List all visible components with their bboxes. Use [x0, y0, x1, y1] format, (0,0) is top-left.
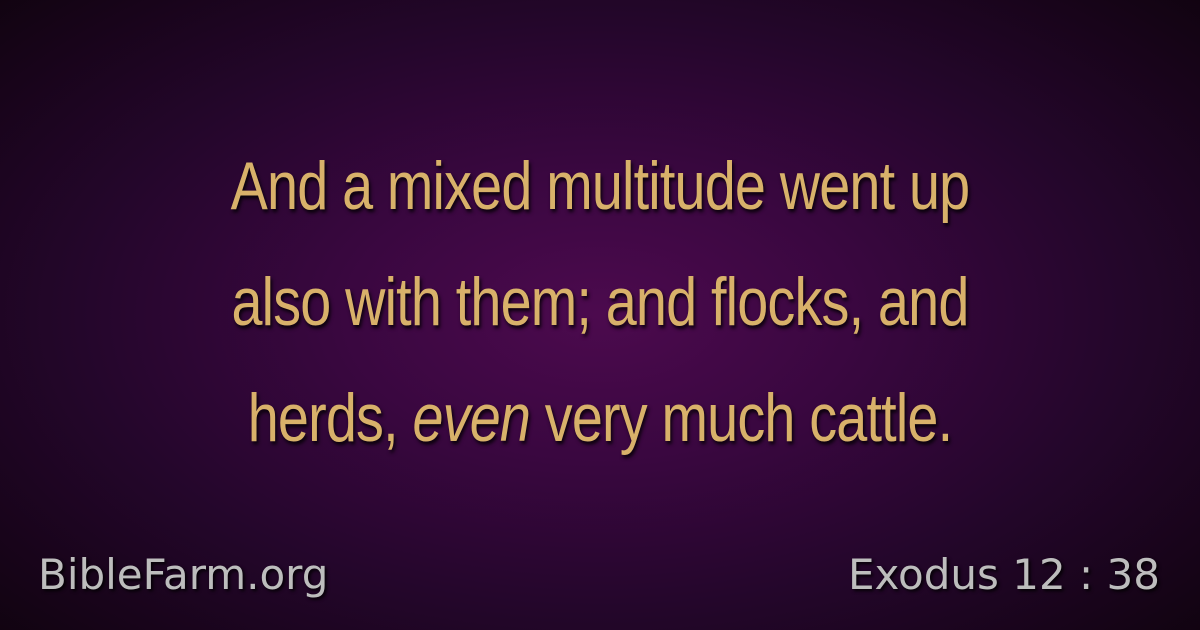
- verse-line-3-start: herds,: [247, 380, 399, 456]
- verse-line-1: And a mixed multitude went up: [230, 148, 971, 224]
- verse-italic-word: even: [412, 380, 531, 456]
- verse-line-3: herds, even very much cattle.: [157, 360, 1043, 476]
- verse-reference: Exodus 12 : 38: [847, 550, 1160, 599]
- site-watermark: BibleFarm.org: [38, 550, 329, 599]
- verse-line-2: also with them; and flocks, and: [231, 264, 969, 340]
- verse-text: And a mixed multitude went up also with …: [157, 128, 1043, 476]
- verse-line-3-end: very much cattle.: [544, 380, 953, 456]
